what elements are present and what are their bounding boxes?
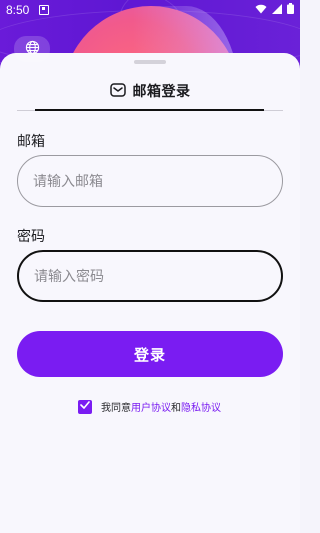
agreement-and: 和 (171, 403, 181, 414)
tab-indicator (35, 109, 264, 111)
login-button[interactable]: 登录 (17, 331, 283, 377)
login-sheet: 邮箱登录 邮箱 请输入邮箱 密码 请输入密码 登录 我同意 用户协议 和 隐私协… (0, 53, 300, 533)
globe-icon (25, 40, 40, 59)
status-time: 8:50 (6, 3, 30, 17)
login-screen: 8:50 邮箱登录 邮箱 请输入邮箱 密码 请输入密码 登录 我同意 用户协议 … (0, 0, 300, 533)
mail-icon (109, 82, 126, 101)
notification-icon (39, 5, 49, 15)
email-field[interactable]: 请输入邮箱 (17, 155, 283, 207)
password-field[interactable]: 请输入密码 (17, 250, 283, 302)
agreement-checkbox[interactable] (78, 399, 92, 414)
privacy-agreement-link[interactable]: 隐私协议 (181, 399, 221, 414)
status-bar: 8:50 (0, 0, 300, 20)
status-icons (255, 3, 294, 14)
signal-icon (272, 3, 282, 14)
email-placeholder: 请输入邮箱 (33, 174, 103, 190)
email-label: 邮箱 (17, 134, 45, 150)
password-placeholder: 请输入密码 (34, 269, 104, 285)
language-button[interactable] (14, 36, 50, 62)
tab-email-login[interactable]: 邮箱登录 (0, 78, 300, 104)
battery-icon (287, 3, 294, 14)
tab-title: 邮箱登录 (132, 84, 191, 100)
password-label: 密码 (17, 229, 45, 245)
user-agreement-link[interactable]: 用户协议 (131, 399, 171, 414)
agreement-row: 我同意 用户协议 和 隐私协议 (78, 399, 221, 414)
check-icon (80, 401, 90, 412)
wifi-icon (255, 4, 267, 14)
agreement-prefix: 我同意 (101, 403, 131, 414)
sheet-grabber[interactable] (134, 60, 166, 64)
